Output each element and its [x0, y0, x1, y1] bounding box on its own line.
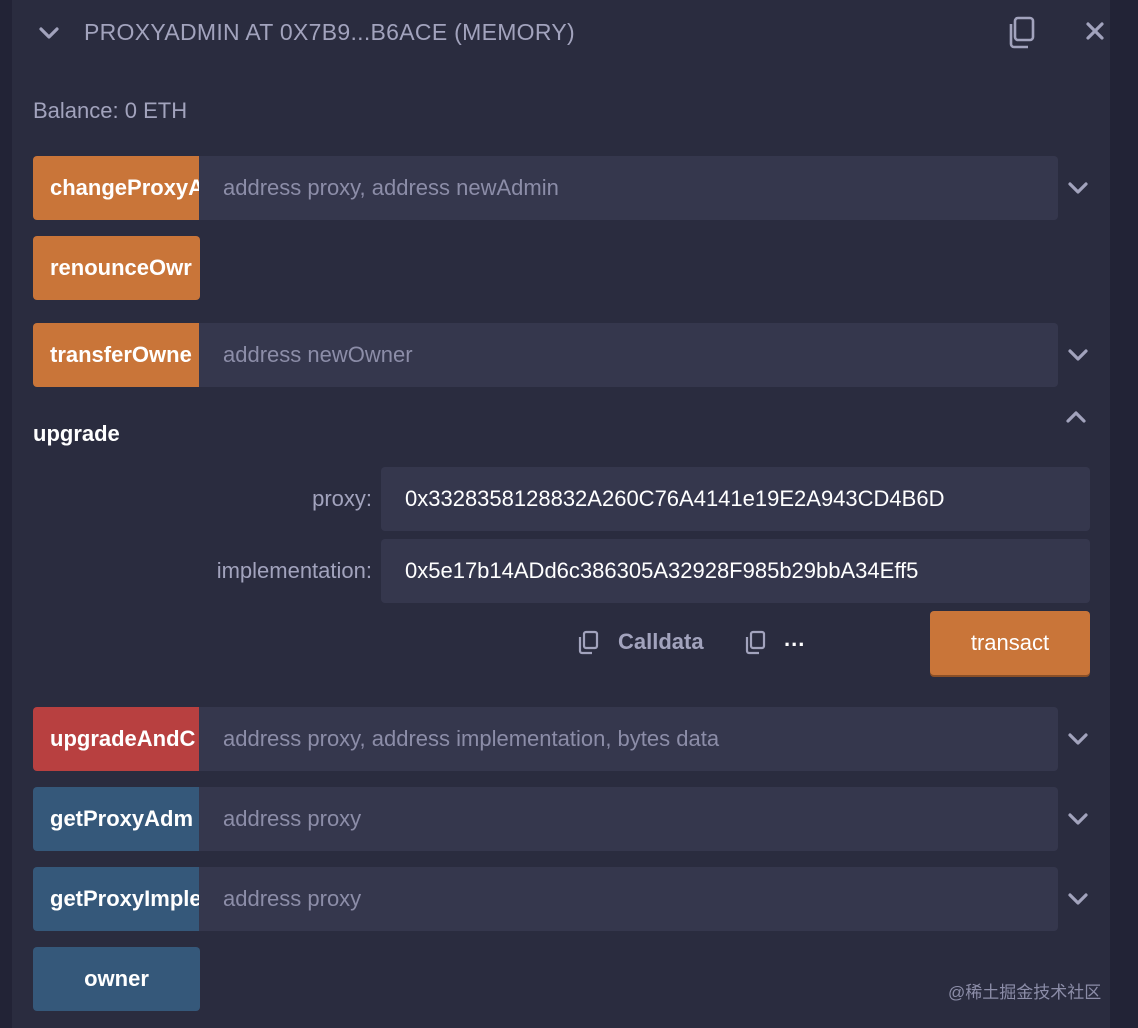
chevron-down-icon[interactable]	[1067, 178, 1089, 198]
contract-header: PROXYADMIN AT 0X7B9...B6ACE (MEMORY)	[12, 0, 1110, 68]
transact-button[interactable]: transact	[930, 611, 1090, 675]
implementation-param-label: implementation:	[216, 558, 372, 583]
proxy-param-input[interactable]: 0x3328358128832A260C76A4141e19E2A943CD4B…	[381, 467, 1090, 531]
calldata-copy-label[interactable]: Calldata	[618, 629, 704, 655]
function-change-proxy-admin: changeProxyA address proxy, address newA…	[33, 156, 1093, 220]
contract-panel: PROXYADMIN AT 0X7B9...B6ACE (MEMORY) Bal…	[0, 0, 1138, 1028]
upgrade-and-call-button[interactable]: upgradeAndC	[33, 707, 199, 771]
left-gutter	[0, 0, 12, 1028]
function-get-proxy-admin: getProxyAdm address proxy	[33, 787, 1093, 851]
more-options[interactable]: ...	[784, 626, 805, 652]
function-owner: owner	[33, 947, 203, 1011]
right-gutter	[1110, 0, 1138, 1028]
implementation-param-input[interactable]: 0x5e17b14ADd6c386305A32928F985b29bbA34Ef…	[381, 539, 1090, 603]
upgrade-function-title: upgrade	[33, 421, 120, 446]
chevron-down-icon[interactable]	[1067, 809, 1089, 829]
balance-label: Balance: 0 ETH	[33, 98, 188, 123]
chevron-down-icon[interactable]	[38, 22, 60, 44]
get-proxy-implementation-input[interactable]: address proxy	[199, 867, 1058, 931]
chevron-down-icon[interactable]	[1067, 729, 1089, 749]
contract-title[interactable]: PROXYADMIN AT 0X7B9...B6ACE (MEMORY)	[84, 19, 575, 46]
proxy-param-label: proxy:	[312, 486, 372, 511]
function-upgrade-and-call: upgradeAndC address proxy, address imple…	[33, 707, 1093, 771]
close-icon[interactable]	[1086, 22, 1104, 40]
transfer-ownership-input[interactable]: address newOwner	[199, 323, 1058, 387]
chevron-up-icon[interactable]	[1065, 407, 1087, 427]
function-get-proxy-implementation: getProxyImple address proxy	[33, 867, 1093, 931]
copy-icon[interactable]	[1006, 16, 1036, 50]
owner-button[interactable]: owner	[33, 947, 200, 1011]
watermark: @稀土掘金技术社区	[948, 983, 1102, 1002]
get-proxy-admin-input[interactable]: address proxy	[199, 787, 1058, 851]
chevron-down-icon[interactable]	[1067, 345, 1089, 365]
change-proxy-admin-button[interactable]: changeProxyA	[33, 156, 199, 220]
transfer-ownership-button[interactable]: transferOwne	[33, 323, 199, 387]
get-proxy-implementation-button[interactable]: getProxyImple	[33, 867, 199, 931]
function-transfer-ownership: transferOwne address newOwner	[33, 323, 1093, 387]
chevron-down-icon[interactable]	[1067, 889, 1089, 909]
copy-icon[interactable]	[744, 630, 766, 656]
upgrade-and-call-input[interactable]: address proxy, address implementation, b…	[199, 707, 1058, 771]
change-proxy-admin-input[interactable]: address proxy, address newAdmin	[199, 156, 1058, 220]
get-proxy-admin-button[interactable]: getProxyAdm	[33, 787, 199, 851]
renounce-ownership-button[interactable]: renounceOwr	[33, 236, 200, 300]
copy-icon[interactable]	[577, 630, 599, 656]
function-renounce-ownership: renounceOwr	[33, 236, 203, 300]
